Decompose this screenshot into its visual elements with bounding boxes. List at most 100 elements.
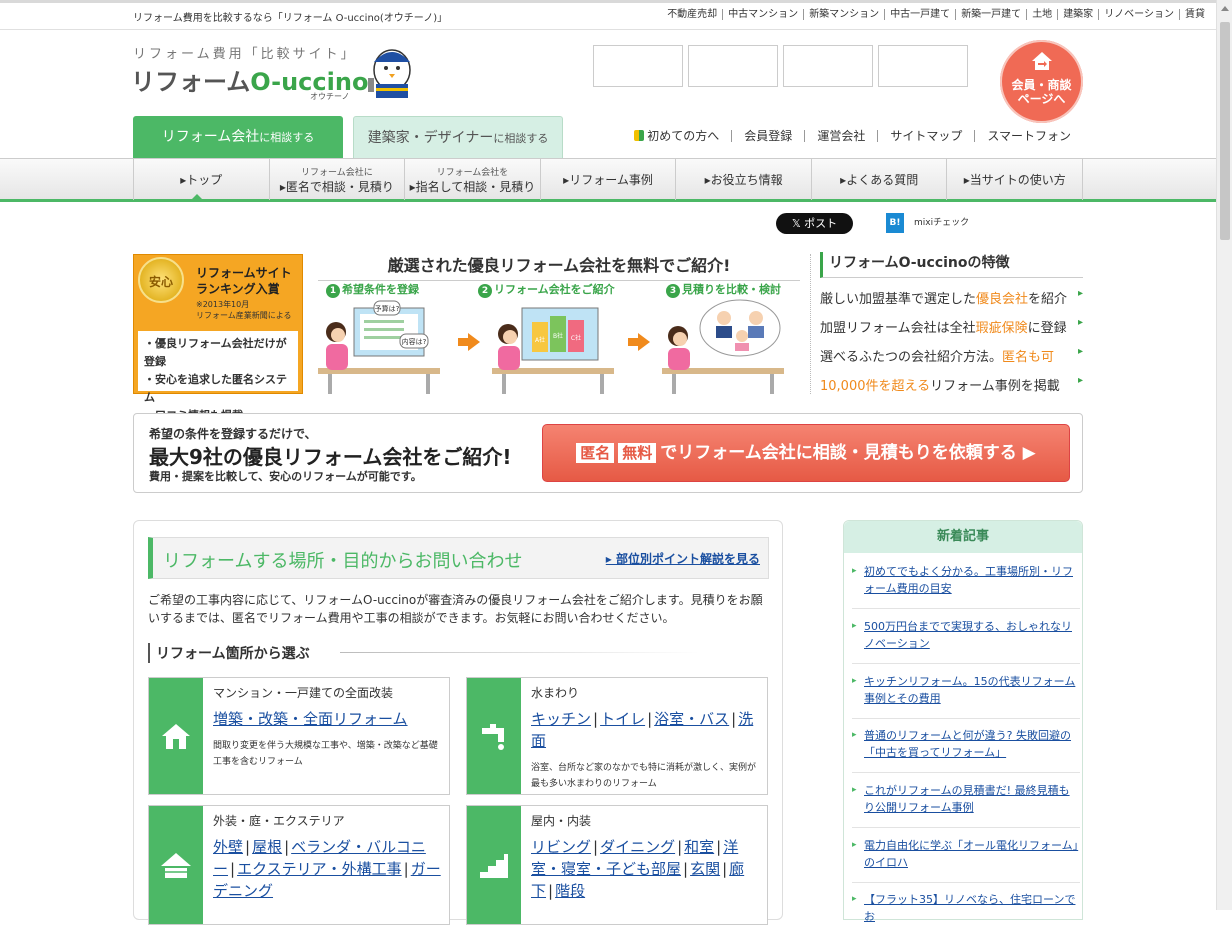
card-category: 水まわり <box>531 686 580 700</box>
step-label: 希望条件を登録 <box>342 283 419 296</box>
nav-useful-info[interactable]: ▸お役立ち情報 <box>676 159 812 200</box>
nav-howto[interactable]: ▸当サイトの使い方 <box>947 159 1084 200</box>
top-link[interactable]: 賃貸 <box>1179 9 1210 20</box>
site-tagline: リフォーム費用を比較するなら「リフォーム O-uccino(オウチーノ)」 <box>133 13 448 24</box>
register-link[interactable]: 会員登録 <box>731 130 804 142</box>
cta-line1: 希望の条件を登録するだけで、 <box>149 427 317 441</box>
card-link[interactable]: 階段 <box>555 882 585 900</box>
ranking-title: リフォームサイト ランキング入賞 <box>196 265 292 297</box>
banner-slot[interactable] <box>878 45 968 87</box>
mascot-icon <box>368 49 411 98</box>
category-card-water: 水まわり キッチン | トイレ | 浴室・バス | 洗面 浴室、台所など家のなかでも特に消耗… <box>466 677 768 795</box>
nav-faq[interactable]: ▸よくある質問 <box>812 159 948 200</box>
card-link[interactable]: リビング <box>531 838 591 856</box>
sidebar-title: 新着記事 <box>844 521 1082 553</box>
card-link[interactable]: 屋根 <box>252 838 282 856</box>
article-link[interactable]: 電力自由化に学ぶ「オール電化リフォーム」のイロハ <box>852 837 1080 883</box>
article-link[interactable]: キッチンリフォーム。15の代表リフォーム事例とその費用 <box>852 673 1080 719</box>
feature-item[interactable]: 選べるふたつの会社紹介方法。匿名も可 <box>820 346 1083 365</box>
card-link[interactable]: 玄関 <box>690 860 720 878</box>
top-link[interactable]: 新築一戸建て <box>955 9 1026 20</box>
tab-architect[interactable]: 建築家・デザイナーに相談する <box>353 116 563 158</box>
company-link[interactable]: 運営会社 <box>804 130 877 142</box>
member-page-button[interactable]: 会員・商談 ページへ <box>1000 40 1083 123</box>
ranking-title-line2: ランキング入賞 <box>196 282 280 296</box>
article-link[interactable]: 初めてでもよく分かる。工事場所別・リフォーム費用の目安 <box>852 563 1080 609</box>
separator: | <box>647 710 653 728</box>
category-card-interior: 屋内・内装 リビング | ダイニング | 和室 | 洋室・寝室・子ども部屋 | 玄関 | 廊下 | 階段 <box>466 805 768 925</box>
card-link[interactable]: 浴室・バス <box>654 710 729 728</box>
tab-label: 建築家・デザイナー <box>367 130 494 146</box>
card-link[interactable]: エクステリア・外構工事 <box>237 860 402 878</box>
house-icon <box>162 724 190 749</box>
feature-item[interactable]: 厳しい加盟基準で選定した優良会社を紹介 <box>820 288 1083 307</box>
top-link[interactable]: 建築家 <box>1057 9 1098 20</box>
top-link[interactable]: 不動産売却 <box>662 9 722 20</box>
page-scrollbar[interactable] <box>1216 0 1232 910</box>
choose-location-heading: リフォーム箇所から選ぶ <box>148 643 699 663</box>
feature-item[interactable]: 加盟リフォーム会社は全社瑕疵保険に登録 <box>820 317 1083 336</box>
top-link[interactable]: 新築マンション <box>803 9 884 20</box>
step-3: 3 見積りを比較・検討 <box>666 281 781 298</box>
request-estimate-label: でリフォーム会社に相談・見積もりを依頼する ▶ <box>660 443 1036 463</box>
separator: | <box>230 860 236 878</box>
step-number: 1 <box>326 284 340 298</box>
step-arrow-icon <box>458 333 480 351</box>
x-post-button[interactable]: 𝕏 ポスト <box>776 213 853 234</box>
banner-slot[interactable] <box>783 45 873 87</box>
x-post-label: ポスト <box>804 217 838 230</box>
top-link[interactable]: 土地 <box>1026 9 1057 20</box>
article-link[interactable]: 【フラット35】リノベなら、住宅ローンでお <box>852 891 1080 923</box>
category-icon-bg <box>467 678 521 794</box>
article-link[interactable]: 500万円台までで実現する、おしゃれなリノベーション <box>852 618 1080 664</box>
card-link[interactable]: 和室 <box>684 838 714 856</box>
medal-icon: 安心 <box>138 257 184 303</box>
beginner-link[interactable]: 初めての方へ <box>622 130 731 142</box>
separator: | <box>716 838 722 856</box>
ranking-points: ・優良リフォーム会社だけが登録 ・安心を追求した匿名システム ・口コミ情報も掲載 <box>138 331 298 422</box>
part-guide-link[interactable]: ▸ 部位別ポイント解説を見る <box>606 550 760 567</box>
ranking-award-box: 安心 リフォームサイト ランキング入賞 ※2013年10月 リフォーム産業新聞に… <box>133 254 303 422</box>
card-link[interactable]: トイレ <box>600 710 645 728</box>
feature-item[interactable]: 10,000件を超えるリフォーム事例を掲載 <box>820 375 1083 394</box>
request-estimate-button[interactable]: 匿名 無料 でリフォーム会社に相談・見積もりを依頼する ▶ <box>542 424 1070 482</box>
top-link[interactable]: 中古一戸建て <box>884 9 955 20</box>
tab-reform-company[interactable]: リフォーム会社に相談する <box>133 116 343 158</box>
step-label: リフォーム会社をご紹介 <box>494 283 615 296</box>
card-link[interactable]: 増築・改築・全面リフォーム <box>213 710 408 728</box>
sitemap-link[interactable]: サイトマップ <box>877 130 974 142</box>
nav-label: トップ <box>186 172 223 187</box>
article-link[interactable]: これがリフォームの見積書だ! 最終見積もり公開リフォーム事例 <box>852 782 1080 828</box>
top-link[interactable]: リノベーション <box>1098 9 1179 20</box>
top-link[interactable]: 中古マンション <box>722 9 803 20</box>
section-header: リフォームする場所・目的からお問い合わせ ▸ 部位別ポイント解説を見る <box>148 537 769 579</box>
x-icon: 𝕏 <box>791 217 805 230</box>
nav-anonymous-estimate[interactable]: リフォーム会社に ▸匿名で相談・見積り <box>270 159 406 200</box>
top-links: 不動産売却 中古マンション 新築マンション 中古一戸建て 新築一戸建て 土地 建… <box>662 9 1210 20</box>
hatena-bookmark-icon[interactable]: B! <box>886 213 904 233</box>
nav-small: リフォーム会社に <box>301 167 373 178</box>
bubble-budget: 予算は? <box>375 304 400 313</box>
nav-cases[interactable]: ▸リフォーム事例 <box>541 159 677 200</box>
member-button-line2: ページへ <box>1017 92 1066 106</box>
ranking-note-line2: リフォーム産業新聞による <box>196 311 292 320</box>
company-a-label: A社 <box>535 336 545 344</box>
scrollbar-thumb[interactable] <box>1220 22 1230 240</box>
ranking-point: ・安心を追求した匿名システム <box>144 373 287 404</box>
separator: | <box>683 860 689 878</box>
card-link[interactable]: 外壁 <box>213 838 243 856</box>
mixi-check-link[interactable]: mixiチェック <box>914 215 969 228</box>
ranking-note: ※2013年10月 リフォーム産業新聞による <box>196 299 292 321</box>
smartphone-link[interactable]: スマートフォン <box>974 130 1083 142</box>
banner-slot[interactable] <box>593 45 683 87</box>
scroll-up-icon[interactable] <box>1221 6 1229 11</box>
ranking-note-line1: ※2013年10月 <box>196 300 250 309</box>
card-link[interactable]: キッチン <box>531 710 591 728</box>
arrow-right-icon: ▸ <box>605 552 616 566</box>
logo-small-text: オウチーノ <box>310 92 350 101</box>
card-link[interactable]: ダイニング <box>600 838 675 856</box>
nav-named-estimate[interactable]: リフォーム会社を ▸指名して相談・見積り <box>405 159 541 200</box>
banner-slot[interactable] <box>688 45 778 87</box>
article-link[interactable]: 普通のリフォームと何が違う? 失敗回避の「中古を買ってリフォーム」 <box>852 727 1080 773</box>
house-arrow-icon <box>1032 52 1052 70</box>
